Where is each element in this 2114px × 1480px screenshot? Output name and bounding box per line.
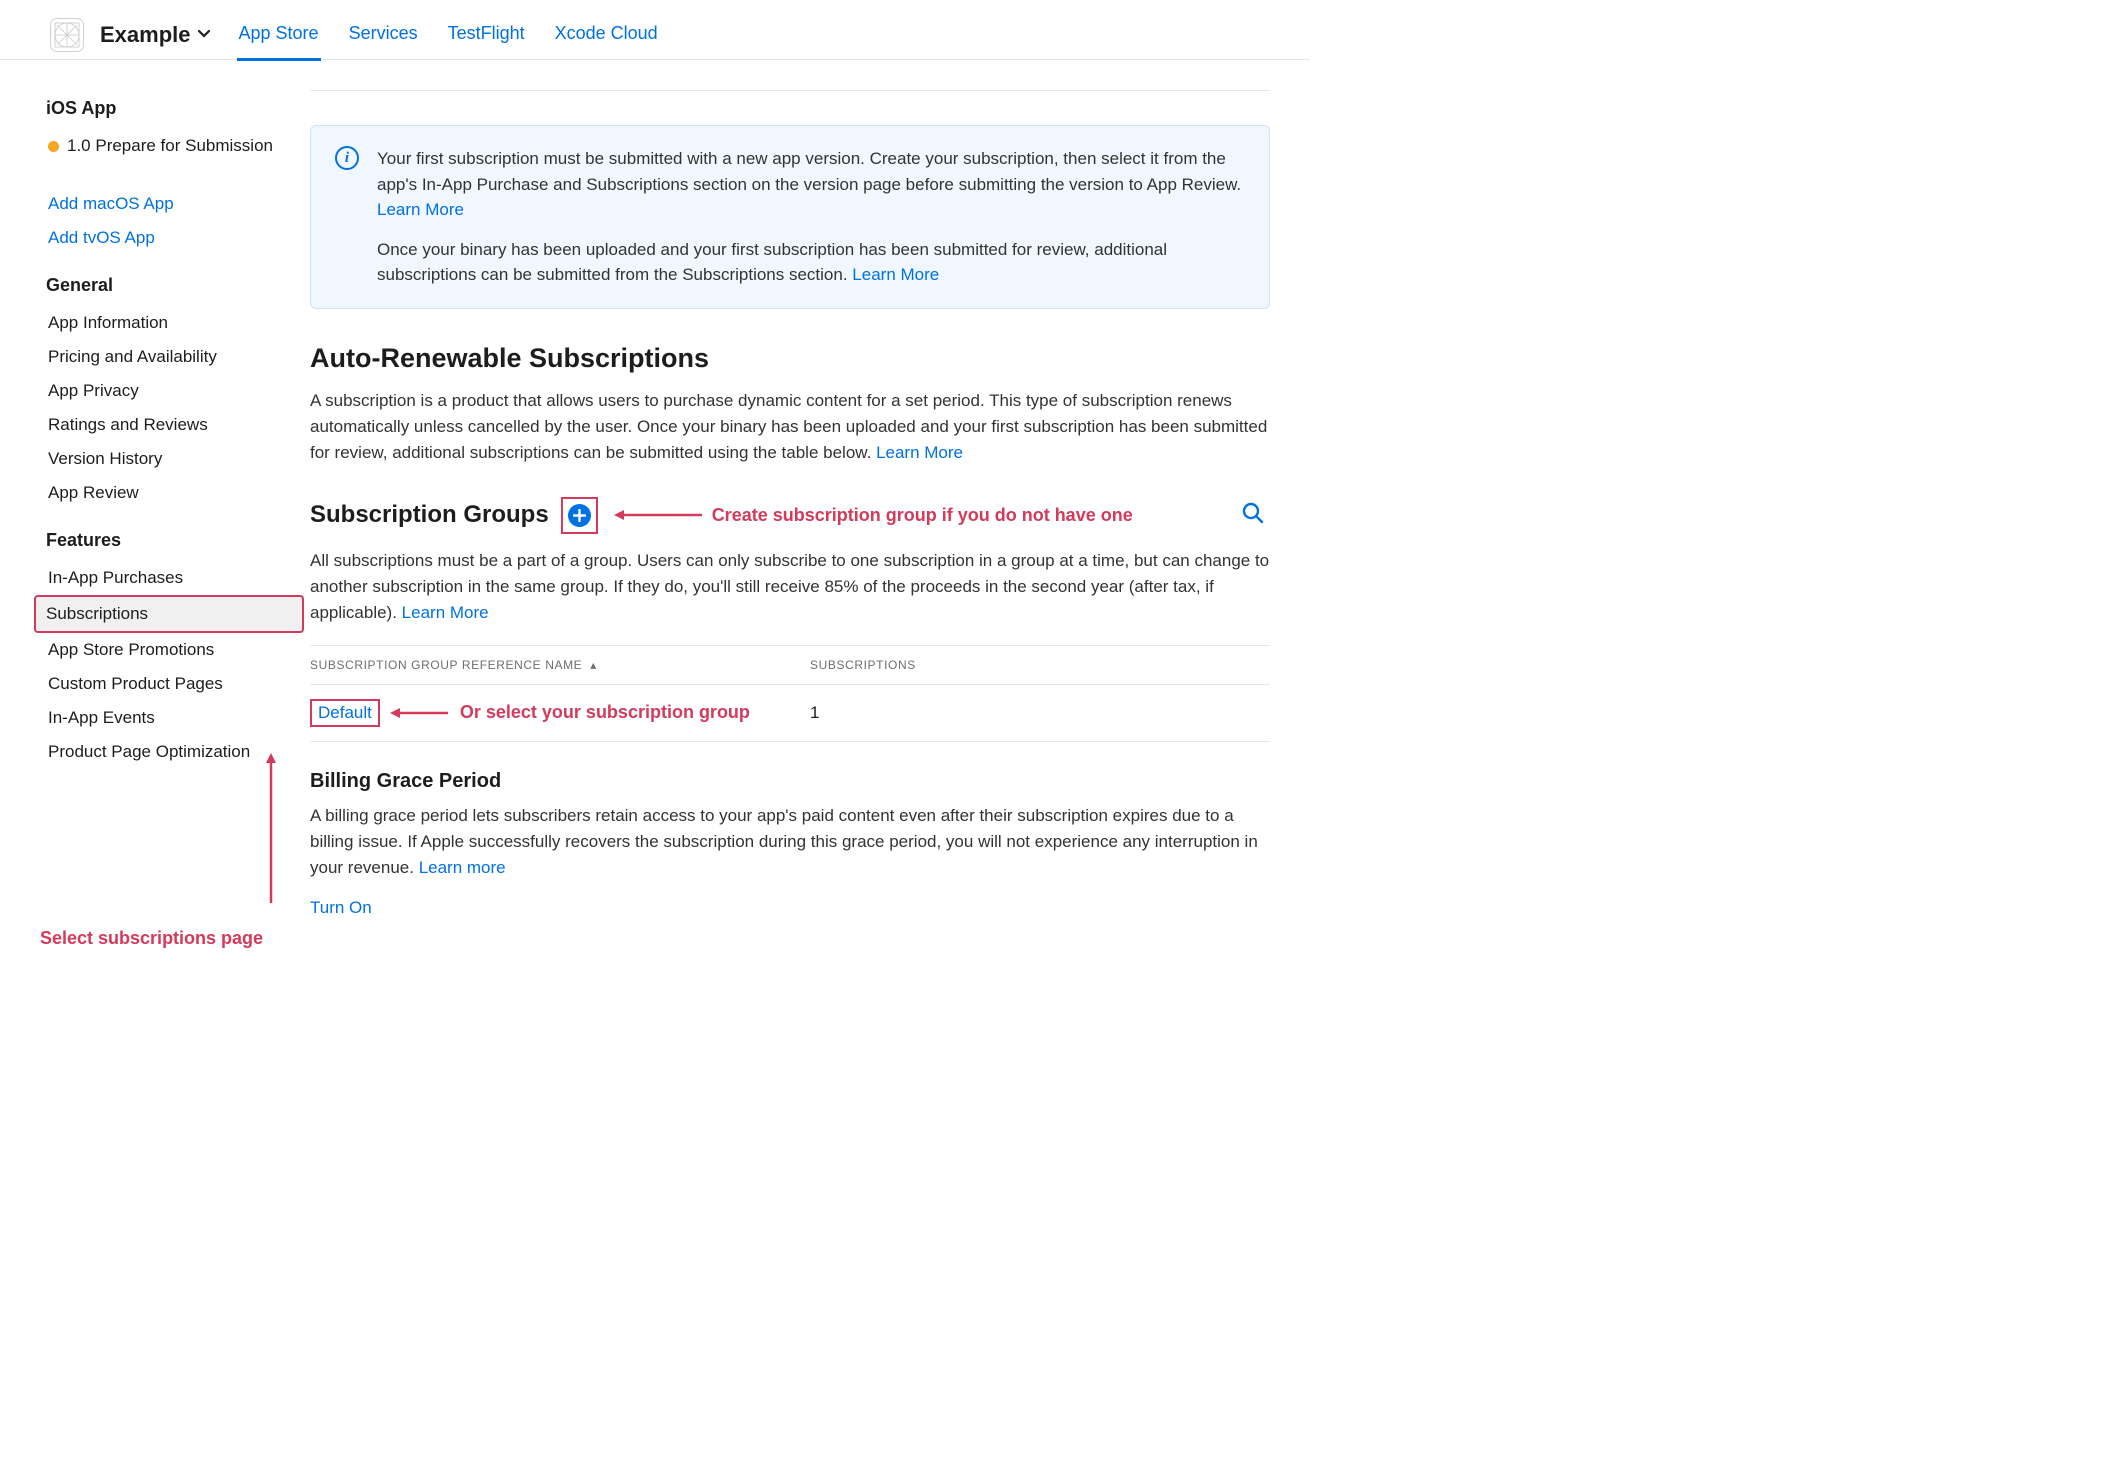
table-row[interactable]: Default Or select your subscription grou… bbox=[310, 684, 1270, 742]
sidebar-item-promotions[interactable]: App Store Promotions bbox=[46, 633, 300, 667]
sidebar-item-version-status[interactable]: 1.0 Prepare for Submission bbox=[46, 129, 300, 163]
annotation-select-page-container: Select subscriptions page bbox=[46, 763, 300, 953]
sidebar-item-app-review[interactable]: App Review bbox=[46, 476, 300, 510]
sidebar-item-ratings[interactable]: Ratings and Reviews bbox=[46, 408, 300, 442]
app-icon bbox=[50, 18, 84, 52]
col-subscriptions[interactable]: SUBSCRIPTIONS bbox=[810, 658, 1270, 672]
groups-heading: Subscription Groups bbox=[310, 501, 549, 529]
sidebar-add-macos[interactable]: Add macOS App bbox=[46, 187, 300, 221]
sidebar-item-subscriptions[interactable]: Subscriptions bbox=[34, 595, 304, 633]
group-count: 1 bbox=[810, 703, 1270, 723]
annotation-default-highlight: Default bbox=[310, 699, 380, 727]
sidebar-add-tvos[interactable]: Add tvOS App bbox=[46, 221, 300, 255]
add-group-button[interactable] bbox=[568, 504, 591, 527]
sidebar: iOS App 1.0 Prepare for Submission Add m… bbox=[0, 60, 310, 953]
col-reference-name[interactable]: SUBSCRIPTION GROUP REFERENCE NAME ▴ bbox=[310, 658, 810, 672]
status-dot-icon bbox=[48, 141, 59, 152]
annotation-create-group: Create subscription group if you do not … bbox=[712, 505, 1133, 526]
chevron-down-icon bbox=[197, 28, 211, 42]
sort-asc-icon: ▴ bbox=[590, 658, 597, 672]
annotation-select-page: Select subscriptions page bbox=[40, 928, 263, 949]
arrow-left-icon bbox=[614, 508, 704, 522]
info-p2: Once your binary has been uploaded and y… bbox=[377, 240, 1167, 285]
annotation-plus-highlight bbox=[561, 497, 598, 534]
sidebar-item-iap[interactable]: In-App Purchases bbox=[46, 561, 300, 595]
sidebar-item-version-history[interactable]: Version History bbox=[46, 442, 300, 476]
sidebar-item-custom-pages[interactable]: Custom Product Pages bbox=[46, 667, 300, 701]
auto-renew-title: Auto-Renewable Subscriptions bbox=[310, 343, 1270, 374]
sidebar-heading-general: General bbox=[46, 275, 300, 296]
arrow-left-icon bbox=[390, 706, 450, 720]
auto-renew-learn-more[interactable]: Learn More bbox=[876, 443, 963, 462]
main-content: i Your first subscription must be submit… bbox=[310, 60, 1280, 953]
arrow-up-icon bbox=[264, 753, 278, 903]
grace-title: Billing Grace Period bbox=[310, 770, 1270, 793]
sidebar-item-pricing[interactable]: Pricing and Availability bbox=[46, 340, 300, 374]
info-learn-more-2[interactable]: Learn More bbox=[852, 265, 939, 284]
info-p1: Your first subscription must be submitte… bbox=[377, 149, 1241, 194]
tab-services[interactable]: Services bbox=[347, 9, 420, 61]
grace-learn-more[interactable]: Learn more bbox=[419, 858, 506, 877]
tab-app-store[interactable]: App Store bbox=[237, 9, 321, 61]
status-label: 1.0 Prepare for Submission bbox=[67, 136, 273, 156]
info-banner: i Your first subscription must be submit… bbox=[310, 125, 1270, 309]
tab-testflight[interactable]: TestFlight bbox=[446, 9, 527, 61]
info-icon: i bbox=[335, 146, 359, 170]
auto-renew-para: A subscription is a product that allows … bbox=[310, 391, 1267, 463]
sidebar-item-events[interactable]: In-App Events bbox=[46, 701, 300, 735]
app-name: Example bbox=[100, 22, 191, 48]
app-selector[interactable]: Example bbox=[110, 22, 211, 48]
search-button[interactable] bbox=[1242, 502, 1270, 529]
search-icon bbox=[1242, 502, 1264, 524]
sidebar-heading-features: Features bbox=[46, 530, 300, 551]
annotation-select-group: Or select your subscription group bbox=[460, 702, 750, 723]
sidebar-item-privacy[interactable]: App Privacy bbox=[46, 374, 300, 408]
annotation-create-group-wrap: Create subscription group if you do not … bbox=[614, 505, 1133, 526]
grace-turn-on[interactable]: Turn On bbox=[310, 898, 372, 917]
groups-learn-more[interactable]: Learn More bbox=[402, 603, 489, 622]
info-learn-more-1[interactable]: Learn More bbox=[377, 200, 464, 219]
plus-icon bbox=[573, 509, 586, 522]
sidebar-heading-ios: iOS App bbox=[46, 98, 300, 119]
table-header: SUBSCRIPTION GROUP REFERENCE NAME ▴ SUBS… bbox=[310, 645, 1270, 684]
sidebar-item-app-information[interactable]: App Information bbox=[46, 306, 300, 340]
group-link-default[interactable]: Default bbox=[318, 703, 372, 722]
tab-xcode-cloud[interactable]: Xcode Cloud bbox=[553, 9, 660, 61]
